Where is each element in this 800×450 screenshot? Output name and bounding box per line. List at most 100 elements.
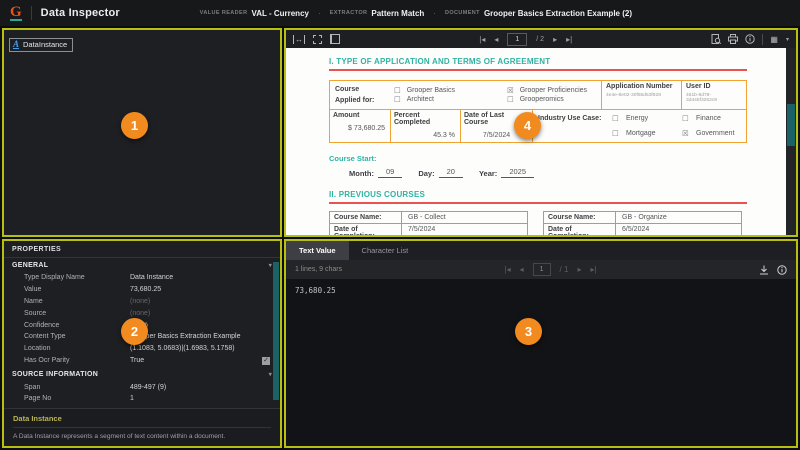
property-row[interactable]: Span489-497 (9) <box>4 381 280 393</box>
day-value: 20 <box>439 167 463 178</box>
ocr-parity-checkbox[interactable]: ✓ <box>262 357 270 365</box>
marquee-zoom-icon[interactable] <box>313 35 322 44</box>
annotation-marker-3: 3 <box>515 318 542 345</box>
course-option: ☐ Grooperomics <box>507 96 601 103</box>
line-char-status: 1 lines, 9 chars <box>295 266 342 273</box>
checkbox-icon: ☒ <box>682 130 696 137</box>
year-value: 2025 <box>501 167 534 178</box>
text-panel-tabs: Text Value Character List <box>286 241 796 260</box>
property-row[interactable]: Name(none) <box>4 296 280 308</box>
page-title: Data Inspector <box>41 7 120 19</box>
first-page-icon[interactable]: |◂ <box>479 35 485 44</box>
course-applied-label: Course Applied for: <box>330 81 394 109</box>
document-scrollbar[interactable] <box>786 48 796 235</box>
checkbox-icon: ☒ <box>507 87 514 94</box>
remarks-label: Remarks <box>13 447 271 448</box>
course-option-label: Grooper Proficiencies <box>520 87 587 94</box>
breadcrumb-document: Grooper Basics Extraction Example (2) <box>484 9 632 18</box>
checkbox-icon: ☐ <box>394 87 401 94</box>
course-option-label: Architect <box>407 96 434 103</box>
chevron-down-icon[interactable]: ▾ <box>786 36 789 43</box>
section-header-general[interactable]: GENERAL ▾ <box>4 258 280 272</box>
property-description: Data Instance A Data Instance represents… <box>4 408 280 448</box>
copy-pages-icon[interactable] <box>330 34 340 44</box>
tab-text-value[interactable]: Text Value <box>286 241 349 260</box>
page-preview-icon[interactable] <box>711 34 721 44</box>
annotation-marker-1: 1 <box>121 112 148 139</box>
property-row[interactable]: Source(none) <box>4 307 280 319</box>
previous-course-table: Course Name:GB - Organize Date of Comple… <box>543 211 742 237</box>
month-value: 09 <box>378 167 402 178</box>
page-total: / 2 <box>536 36 544 43</box>
annotation-marker-4: 4 <box>514 112 541 139</box>
document-viewer-panel: ↔ |◂ ◂ 1 / 2 ▸ ▸| <box>284 28 798 237</box>
properties-scrollbar[interactable] <box>273 257 279 444</box>
breadcrumb-label-value-reader: VALUE READER <box>200 10 248 16</box>
grooper-logo-icon[interactable]: G <box>10 6 22 21</box>
property-row[interactable]: Has Ocr Parity True ✓ <box>4 354 280 367</box>
tree-node-data-instance[interactable]: A DataInstance <box>9 38 73 52</box>
course-option: ☐ Architect <box>394 96 507 103</box>
properties-panel: PROPERTIES GENERAL ▾ Type Display NameDa… <box>2 239 282 448</box>
tree-node-label: DataInstance <box>23 40 67 49</box>
tab-character-list[interactable]: Character List <box>349 241 422 260</box>
property-row[interactable]: Type Display NameData Instance <box>4 272 280 284</box>
text-page-navigation: |◂ ◂ 1 / 1 ▸ ▸| <box>342 263 759 276</box>
toolbar-divider <box>31 6 32 20</box>
text-value-content: 73,680.25 <box>286 279 796 446</box>
application-number-cell: Application Number 4e4e-8e02-30f65d53f92… <box>601 81 681 109</box>
chevron-down-icon: ▾ <box>269 262 272 269</box>
description-body: A Data Instance represents a segment of … <box>13 432 271 442</box>
previous-course-table: Course Name:GB - Collect Date of Complet… <box>329 211 528 237</box>
text-panel-toolbar: 1 lines, 9 chars |◂ ◂ 1 / 1 ▸ ▸| <box>286 260 796 279</box>
document-page: I. TYPE OF APPLICATION AND TERMS OF AGRE… <box>286 48 796 235</box>
industry-option-label: Finance <box>696 115 741 122</box>
breadcrumb-value-reader: VAL - Currency <box>251 9 309 18</box>
info-icon[interactable] <box>777 265 787 275</box>
course-option-label: Grooperomics <box>520 96 564 103</box>
last-page-icon[interactable]: ▸| <box>566 35 572 44</box>
course-option: ☒ Grooper Proficiencies <box>507 87 601 94</box>
last-page-icon[interactable]: ▸| <box>590 265 596 274</box>
print-icon[interactable] <box>728 34 738 44</box>
course-option-label: Grooper Basics <box>407 87 455 94</box>
prev-page-icon[interactable]: ◂ <box>494 35 498 44</box>
scrollbar-thumb[interactable] <box>787 104 795 146</box>
page-total: / 1 <box>560 265 569 274</box>
form-section1-title: I. TYPE OF APPLICATION AND TERMS OF AGRE… <box>329 57 747 66</box>
section-rule <box>329 69 747 71</box>
prev-page-icon[interactable]: ◂ <box>520 265 524 274</box>
data-inspector-app: G Data Inspector VALUE READER VAL - Curr… <box>0 0 800 450</box>
course-start-block: Course Start: Month:09 Day:20 Year:2025 <box>329 154 747 178</box>
breadcrumb: VALUE READER VAL - Currency · EXTRACTOR … <box>200 9 632 18</box>
breadcrumb-separator: · <box>318 9 321 18</box>
first-page-icon[interactable]: |◂ <box>505 265 511 274</box>
ocr-data-icon[interactable]: ▦ <box>770 35 779 44</box>
breadcrumb-label-extractor: EXTRACTOR <box>330 10 368 16</box>
form-section2-title: II. PREVIOUS COURSES <box>329 190 747 199</box>
breadcrumb-label-document: DOCUMENT <box>445 10 480 16</box>
chevron-down-icon: ▾ <box>269 371 272 378</box>
property-row[interactable]: Value73,680.25 <box>4 284 280 296</box>
next-page-icon[interactable]: ▸ <box>553 35 557 44</box>
current-page-input[interactable]: 1 <box>507 33 527 46</box>
user-id-cell: User ID 461b-8d78-3d445f3252c9 <box>681 81 746 109</box>
next-page-icon[interactable]: ▸ <box>577 265 581 274</box>
text-value-panel: Text Value Character List 1 lines, 9 cha… <box>284 239 798 448</box>
info-icon[interactable] <box>745 34 755 44</box>
scrollbar-thumb[interactable] <box>273 262 279 400</box>
property-row[interactable]: Page No1 <box>4 393 280 405</box>
checkbox-icon: ☐ <box>507 96 514 103</box>
section-header-source-information[interactable]: SOURCE INFORMATION ▾ <box>4 367 280 381</box>
industry-option-label: Mortgage <box>626 130 682 137</box>
fit-width-icon[interactable]: ↔ <box>293 35 305 44</box>
description-heading: Data Instance <box>13 414 271 428</box>
industry-use-case-cell: Industry Use Case: ☐ Energy ☐ Finance ☐ … <box>533 110 746 142</box>
property-row[interactable]: Location(1.1083, 5.0683)|(1.6983, 5.1758… <box>4 343 280 355</box>
breadcrumb-extractor: Pattern Match <box>371 9 424 18</box>
download-icon[interactable] <box>759 265 769 275</box>
amount-cell: Amount $ 73,680.25 <box>330 110 391 142</box>
checkbox-icon: ☐ <box>682 115 696 122</box>
document-toolbar: ↔ |◂ ◂ 1 / 2 ▸ ▸| <box>286 30 796 48</box>
current-page-input[interactable]: 1 <box>533 263 551 276</box>
